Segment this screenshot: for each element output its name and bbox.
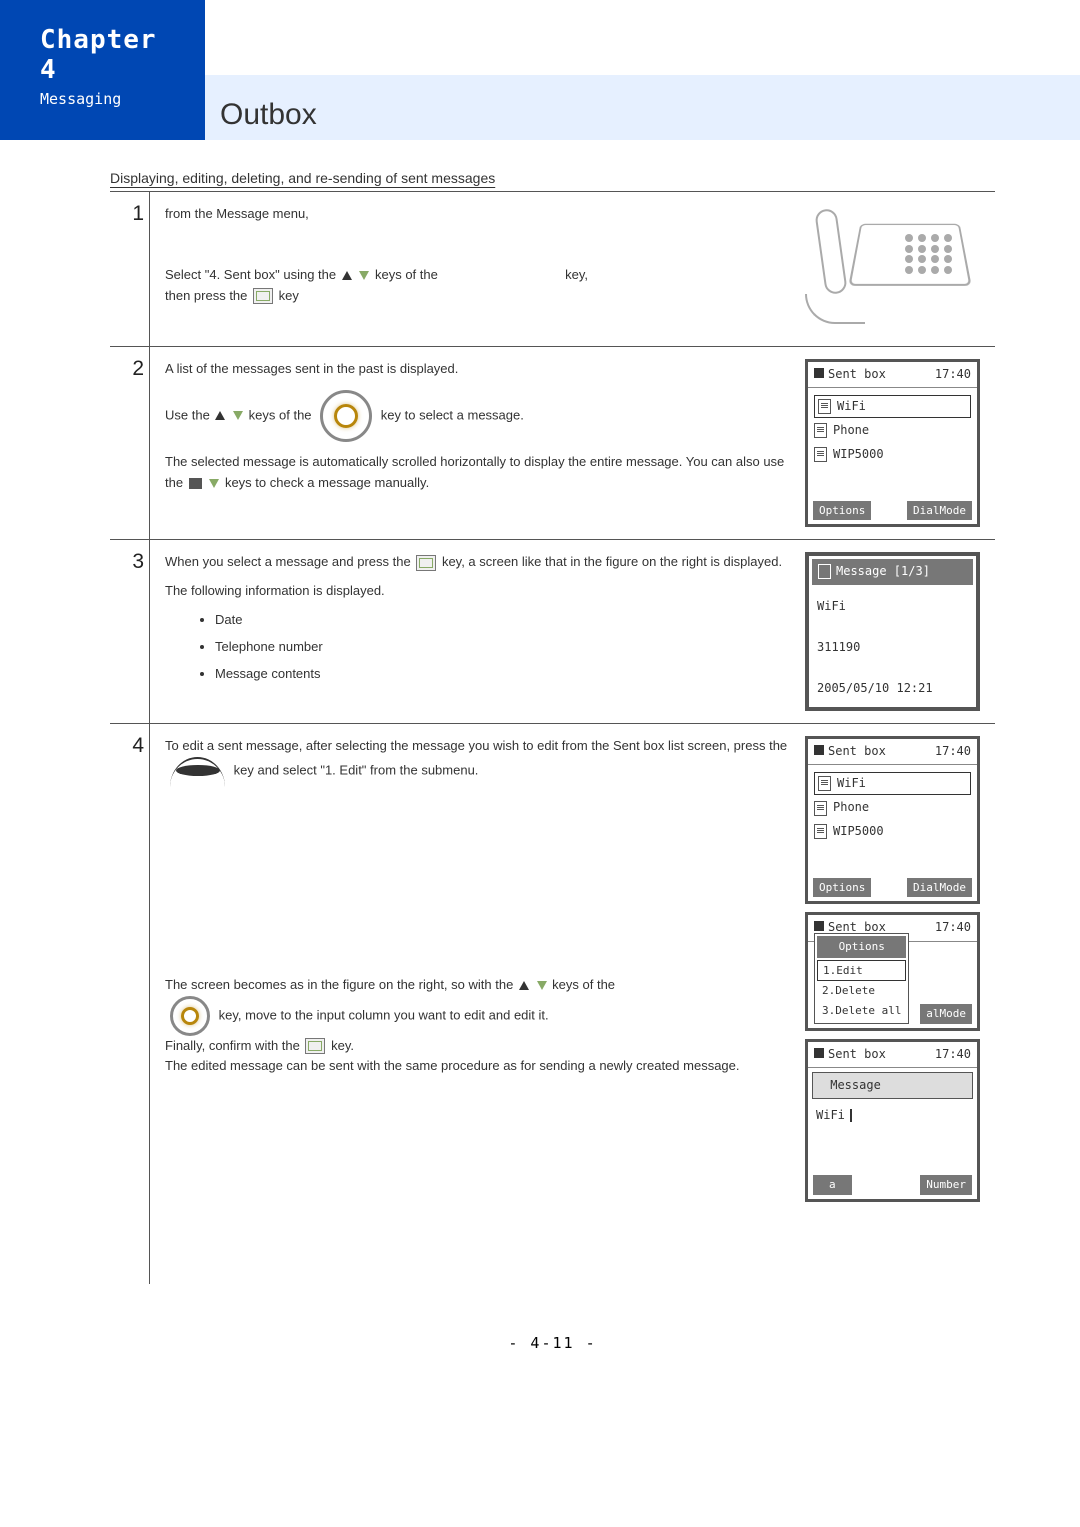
envelope-key-icon — [305, 1038, 325, 1054]
phone-screen-sentbox: Sent box 17:40 WiFi Phone WIP5000 Option… — [805, 359, 980, 527]
section-title: Outbox — [220, 98, 317, 132]
step-3-text: When you select a message and press the … — [165, 552, 790, 711]
phone-screen-options-popup: Sent box 17:40 WiFi Phone Options 1.Edit… — [805, 912, 980, 1030]
file-icon — [814, 824, 827, 839]
file-icon — [818, 564, 831, 579]
down-arrow-icon — [359, 271, 369, 280]
message-field-value: WiFi — [811, 1103, 974, 1128]
softkey-dialmode: DialMode — [907, 878, 972, 898]
softkey-dialmode: DialMode — [907, 501, 972, 521]
nav-circle-icon — [170, 996, 210, 1036]
chapter-subtitle: Messaging — [40, 90, 185, 108]
phone-screen-edit: Sent box 17:40 Message WiFi a — [805, 1039, 980, 1202]
file-icon — [814, 801, 827, 816]
step-number: 3 — [110, 540, 150, 723]
chapter-title: Chapter 4 — [40, 25, 185, 85]
step-number: 1 — [110, 192, 150, 346]
step-2-text: A list of the messages sent in the past … — [165, 359, 790, 527]
page-number: - 4-11 - — [110, 1334, 995, 1352]
left-key-icon — [189, 478, 202, 489]
softkey-fragment: alMode — [920, 1004, 972, 1024]
file-icon — [818, 399, 831, 414]
step-number: 4 — [110, 724, 150, 1284]
step-1-text: from the Message menu, Select "4. Sent b… — [165, 204, 790, 334]
up-arrow-icon — [215, 411, 225, 420]
down-arrow-icon — [233, 411, 243, 420]
steps-table: 1 from the Message menu, Select "4. Sent… — [110, 191, 995, 1284]
file-icon — [818, 776, 831, 791]
right-arrow-icon — [209, 479, 219, 488]
down-arrow-icon — [537, 981, 547, 990]
softkey-number: Number — [920, 1175, 972, 1195]
envelope-key-icon — [253, 288, 273, 304]
phone-screen-message: Message [1/3] WiFi 311190 2005/05/10 12:… — [805, 552, 980, 711]
text-cursor-icon — [850, 1109, 852, 1122]
phone-screen-sentbox-2: Sent box 17:40 WiFi Phone WIP5000 Option… — [805, 736, 980, 904]
softkey-shape-icon — [170, 757, 225, 785]
message-field-label: Message — [812, 1072, 973, 1099]
step-number: 2 — [110, 347, 150, 539]
options-popup-menu: Options 1.Edit 2.Delete 3.Delete all — [814, 933, 909, 1023]
step-4-text: To edit a sent message, after selecting … — [165, 736, 790, 1272]
softkey-options: Options — [813, 878, 871, 898]
up-arrow-icon — [342, 271, 352, 280]
file-icon — [814, 447, 827, 462]
chapter-header: Chapter 4 Messaging — [0, 0, 205, 140]
intro-text: Displaying, editing, deleting, and re-se… — [110, 170, 995, 186]
softkey-options: Options — [813, 501, 871, 521]
file-icon — [814, 423, 827, 438]
nav-circle-icon — [320, 390, 372, 442]
envelope-key-icon — [416, 555, 436, 571]
phone-illustration — [805, 204, 980, 334]
softkey-mode: a — [813, 1175, 852, 1195]
up-arrow-icon — [519, 981, 529, 990]
